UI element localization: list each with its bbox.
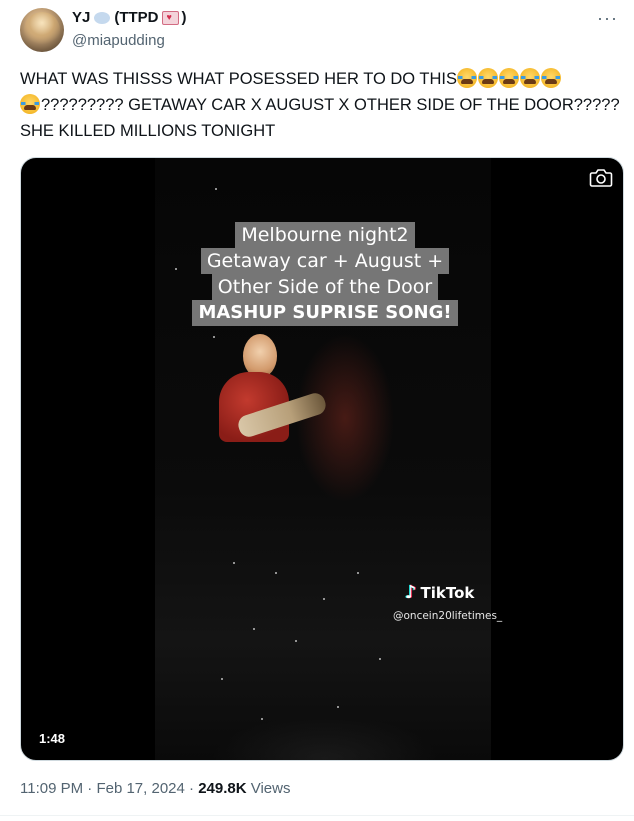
crowd-light bbox=[337, 706, 339, 708]
crowd-light bbox=[233, 562, 235, 564]
loudly-crying-face-icon bbox=[20, 94, 40, 114]
crowd-light bbox=[379, 658, 381, 660]
display-name-close: ) bbox=[181, 9, 187, 26]
video-caption: Melbourne night2 Getaway car + August + … bbox=[185, 222, 465, 326]
views-label: Views bbox=[250, 780, 291, 797]
caption-line: MASHUP SUPRISE SONG! bbox=[192, 300, 458, 326]
tiktok-label: TikTok bbox=[420, 583, 475, 602]
meta-separator: · bbox=[189, 780, 195, 797]
tiktok-handle: @oncein20lifetimes_ bbox=[393, 610, 503, 622]
loudly-crying-face-icon bbox=[457, 68, 478, 88]
tiktok-logo-icon: ♪ bbox=[405, 582, 417, 603]
tweet-text-part2: ????????? GETAWAY CAR X AUGUST X OTHER S… bbox=[20, 96, 620, 140]
caption-line: Melbourne night2 bbox=[235, 222, 415, 248]
tweet: YJ (TTPD ) @miapudding ··· WHAT WAS THIS… bbox=[0, 0, 634, 821]
crowd-light bbox=[253, 628, 255, 630]
caption-line: Other Side of the Door bbox=[211, 274, 439, 300]
display-name-paren: (TTPD bbox=[114, 9, 159, 26]
crying-emoji-row bbox=[457, 68, 562, 88]
tweet-meta: 11:09 PM · Feb 17, 2024 · 249.8K Views bbox=[20, 780, 290, 797]
tweet-date[interactable]: Feb 17, 2024 bbox=[96, 780, 184, 797]
thought-bubble-icon bbox=[94, 11, 111, 24]
video-frame[interactable]: Melbourne night2 Getaway car + August + … bbox=[155, 158, 502, 760]
tweet-time[interactable]: 11:09 PM bbox=[20, 780, 83, 797]
caption-line: Getaway car + August + bbox=[200, 248, 450, 274]
video-player[interactable]: Melbourne night2 Getaway car + August + … bbox=[20, 157, 624, 761]
camera-icon[interactable] bbox=[589, 168, 613, 188]
crowd-light bbox=[213, 336, 215, 338]
love-letter-icon bbox=[161, 10, 179, 25]
views-count: 249.8K bbox=[198, 780, 247, 797]
divider bbox=[0, 815, 634, 816]
crowd-light bbox=[221, 678, 223, 680]
crowd-light bbox=[275, 572, 277, 574]
video-duration: 1:48 bbox=[33, 729, 72, 748]
more-options-icon[interactable]: ··· bbox=[597, 8, 618, 29]
performer bbox=[219, 334, 339, 484]
crowd-light bbox=[323, 598, 325, 600]
loudly-crying-face-icon bbox=[499, 68, 520, 88]
display-name-prefix: YJ bbox=[72, 9, 91, 26]
meta-separator: · bbox=[87, 780, 93, 797]
loudly-crying-face-icon bbox=[478, 68, 499, 88]
user-handle[interactable]: @miapudding bbox=[72, 32, 165, 49]
display-name[interactable]: YJ (TTPD ) bbox=[72, 9, 187, 26]
avatar[interactable] bbox=[20, 8, 64, 52]
crowd-light bbox=[295, 640, 297, 642]
loudly-crying-face-icon bbox=[520, 68, 541, 88]
crowd-light bbox=[357, 572, 359, 574]
avatar-photo bbox=[24, 12, 60, 48]
tiktok-watermark: ♪ TikTok bbox=[405, 582, 474, 603]
loudly-crying-face-icon bbox=[541, 68, 562, 88]
crowd-light bbox=[175, 268, 177, 270]
crowd-light bbox=[261, 718, 263, 720]
tweet-text: WHAT WAS THISSS WHAT POSESSED HER TO DO … bbox=[20, 66, 620, 144]
crowd-light bbox=[215, 188, 217, 190]
tweet-text-part1: WHAT WAS THISSS WHAT POSESSED HER TO DO … bbox=[20, 70, 458, 88]
